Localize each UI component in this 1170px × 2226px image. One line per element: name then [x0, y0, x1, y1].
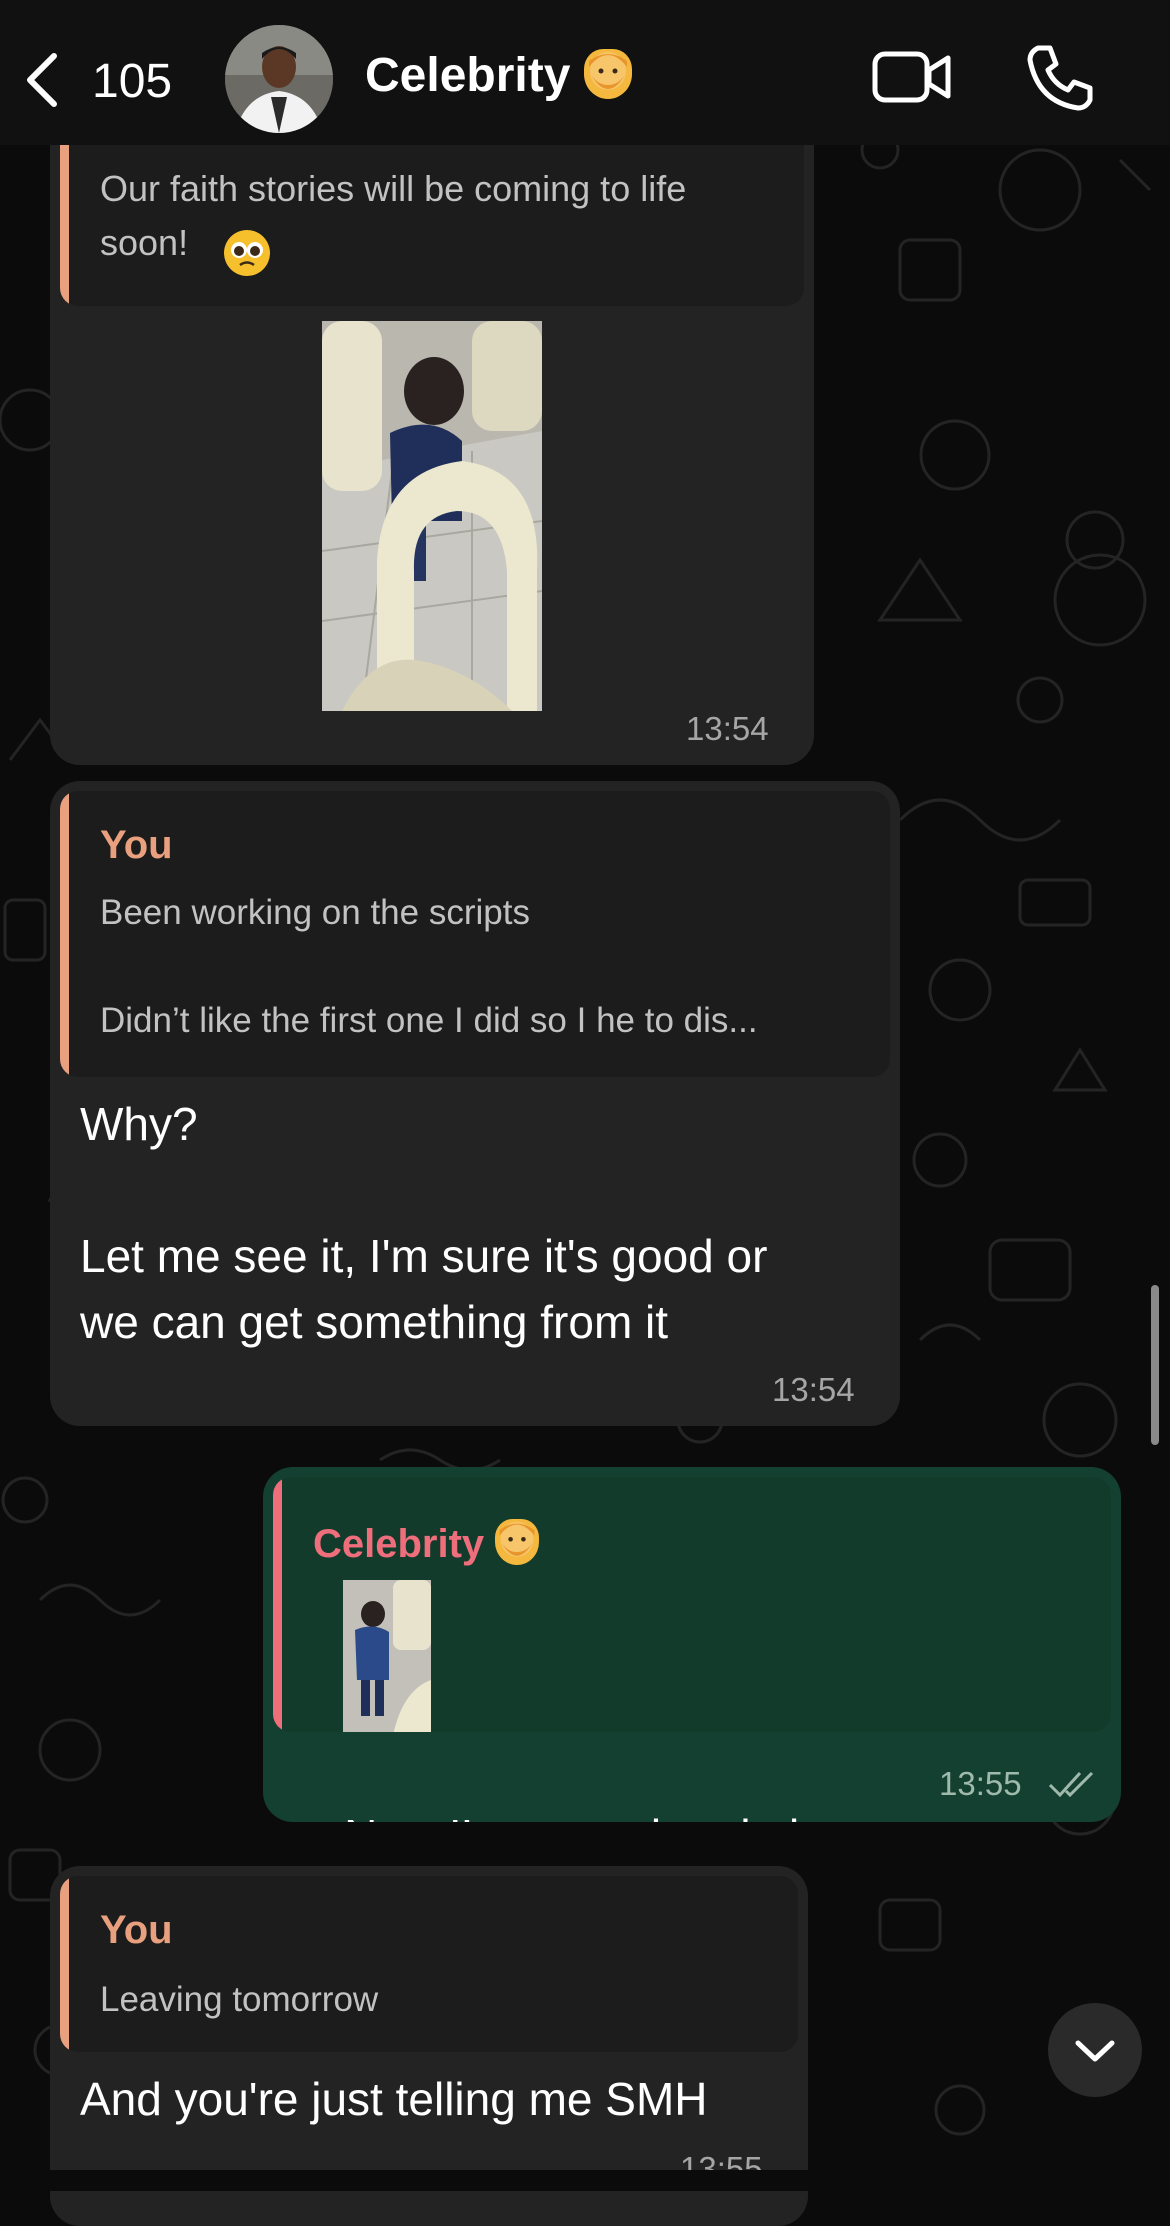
chevron-left-icon — [27, 53, 57, 107]
message-bubble-incoming[interactable]: You Been working on the scripts Didn’t l… — [50, 781, 900, 1426]
chevron-down-icon — [1075, 2040, 1115, 2062]
scroll-to-bottom-button[interactable] — [1048, 2003, 1142, 2097]
quote-author-text: Celebrity — [313, 1522, 485, 1566]
quote-accent-bar — [273, 1477, 282, 1732]
message-text: Now I’m scared to do it — [293, 1737, 812, 1822]
quote-author: Celebrity — [313, 1519, 540, 1567]
avatar-image — [225, 25, 333, 133]
quote-author: You — [100, 823, 173, 867]
video-camera-icon — [872, 51, 951, 103]
message-bubble-incoming[interactable]: Our faith stories will be coming to life… — [50, 80, 814, 765]
quoted-message[interactable]: Celebrity — [273, 1477, 1111, 1732]
double-check-icon — [1048, 1771, 1094, 1798]
unread-count: 105 — [92, 55, 173, 108]
child-walking-image — [322, 321, 542, 711]
message-time: 13:54 — [686, 710, 769, 747]
quote-accent-bar — [60, 791, 69, 1077]
quoted-message[interactable]: You Been working on the scripts Didn’t l… — [60, 791, 890, 1077]
back-button[interactable]: 105 — [22, 44, 192, 114]
quote-accent-bar — [60, 1876, 69, 2052]
video-thumbnail[interactable] — [322, 321, 542, 711]
message-bubble-outgoing[interactable]: Celebrity Now I’m scared to do — [263, 1467, 1121, 1822]
quote-author: You — [100, 1908, 173, 1952]
bottom-edge — [0, 2170, 1170, 2191]
bearded-person-emoji — [495, 1519, 540, 1565]
scrollbar[interactable] — [1151, 1285, 1159, 1445]
quoted-text: Leaving tomorrow — [100, 1980, 379, 2019]
message-text-content: Now I’m scared to do it — [344, 1810, 812, 1822]
contact-name-text: Celebrity — [365, 49, 571, 102]
phone-icon — [1027, 45, 1093, 111]
message-time: 13:54 — [772, 1371, 855, 1408]
contact-name[interactable]: Celebrity — [365, 48, 632, 103]
chat-header: 105 Celebrity — [0, 0, 1170, 145]
message-time: 13:55 — [939, 1765, 1022, 1802]
quoted-image-thumbnail — [343, 1580, 431, 1732]
avatar[interactable] — [225, 25, 333, 133]
quoted-text: Been working on the scripts Didn’t like … — [100, 893, 758, 1040]
video-call-button[interactable] — [872, 50, 952, 105]
pleading-face-emoji — [224, 230, 270, 276]
voice-call-button[interactable] — [1024, 42, 1096, 114]
message-text: Why? Let me see it, I'm sure it's good o… — [80, 1098, 768, 1348]
message-text: And you're just telling me SMH — [80, 2073, 708, 2125]
bearded-person-emoji — [583, 49, 632, 99]
child-walking-thumbnail — [343, 1580, 431, 1732]
quoted-message[interactable]: You Leaving tomorrow — [60, 1876, 798, 2052]
quoted-text: Our faith stories will be coming to life… — [100, 168, 687, 263]
